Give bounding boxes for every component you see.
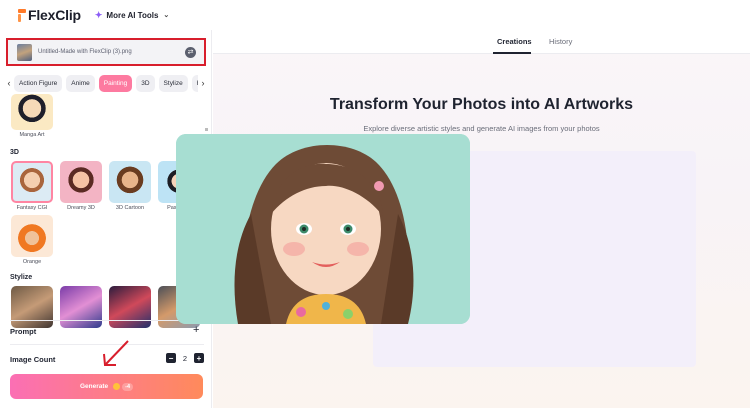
uploaded-image-field[interactable]: Untitled-Made with FlexClip (3).png ⇄ xyxy=(6,38,206,66)
more-ai-tools-menu[interactable]: ✦ More AI Tools ⌄ xyxy=(95,10,169,21)
credit-coin-icon xyxy=(113,383,121,390)
style-tab-action-figure[interactable]: Action Figure xyxy=(14,74,63,92)
style-label: Dreamy 3D xyxy=(67,205,95,211)
image-count-label: Image Count xyxy=(10,355,56,364)
uploaded-image-thumbnail xyxy=(17,43,32,61)
active-tab-indicator xyxy=(493,52,531,54)
style-label: 3D Cartoon xyxy=(115,205,145,211)
page-title: Transform Your Photos into AI Artworks xyxy=(329,96,634,113)
style-thumbnail xyxy=(11,215,53,257)
tab-creations[interactable]: Creations xyxy=(497,37,532,46)
flexclip-logo[interactable]: FlexClip xyxy=(18,7,81,23)
style-card-stylize-2[interactable] xyxy=(60,286,102,328)
style-tabs-bar: ‹ Action FigureAnimePainting3DStylizeHol… xyxy=(4,74,208,92)
style-card-fantasy-cgi[interactable]: Fantasy CGI xyxy=(11,161,53,211)
style-thumbnail xyxy=(60,286,102,328)
style-tab-anime[interactable]: Anime xyxy=(66,74,95,92)
style-thumbnail xyxy=(109,286,151,328)
style-thumbnail xyxy=(11,286,53,328)
style-card-manga-art[interactable]: Manga Art xyxy=(11,94,53,138)
style-card-orange[interactable]: Orange xyxy=(11,215,53,265)
prompt-label: Prompt xyxy=(10,327,37,336)
style-card-3d-cartoon[interactable]: 3D Cartoon xyxy=(109,161,151,211)
image-count-stepper: − 2 + xyxy=(166,353,204,363)
style-label: Orange xyxy=(22,259,42,265)
divider xyxy=(10,320,204,321)
image-count-value: 2 xyxy=(182,353,188,363)
section-title-3d: 3D xyxy=(10,149,19,156)
style-card-stylize-1[interactable] xyxy=(11,286,53,328)
girl-portrait-illustration xyxy=(176,134,470,324)
logo-text: FlexClip xyxy=(28,7,81,23)
more-ai-tools-label: More AI Tools xyxy=(106,10,159,20)
chevron-down-icon: ⌄ xyxy=(163,12,170,19)
sparkle-icon: ✦ xyxy=(94,9,103,20)
style-card-stylize-3[interactable] xyxy=(109,286,151,328)
style-thumbnail xyxy=(11,94,53,130)
generate-label: Generate xyxy=(79,383,109,390)
uploaded-file-name: Untitled-Made with FlexClip (3).png xyxy=(38,49,132,55)
style-label: Manga Art xyxy=(19,132,45,138)
style-thumbnail xyxy=(109,161,151,203)
tabs-scroll-right-icon[interactable]: › xyxy=(198,78,208,88)
style-tab-3d[interactable]: 3D xyxy=(136,74,155,92)
gallery-scroll-up[interactable] xyxy=(205,128,208,131)
style-card-dreamy-3d[interactable]: Dreamy 3D xyxy=(60,161,102,211)
decrease-count-button[interactable]: − xyxy=(166,353,176,363)
results-tabs: Creations History xyxy=(213,30,750,54)
style-label: Fantasy CGI xyxy=(16,205,48,211)
style-tab-painting[interactable]: Painting xyxy=(98,74,133,92)
credit-cost: -4 xyxy=(122,382,134,391)
style-tabs: Action FigureAnimePainting3DStylizeHolid xyxy=(14,74,198,92)
increase-count-button[interactable]: + xyxy=(194,353,204,363)
tabs-scroll-left-icon[interactable]: ‹ xyxy=(4,78,14,88)
style-tab-stylize[interactable]: Stylize xyxy=(158,74,188,92)
red-arrow-annotation xyxy=(103,340,129,366)
replace-image-icon[interactable]: ⇄ xyxy=(185,46,196,58)
sample-artwork-image xyxy=(176,134,470,324)
logo-icon xyxy=(18,8,27,22)
style-thumbnail xyxy=(11,161,53,203)
section-title-stylize: Stylize xyxy=(10,274,33,281)
top-bar: FlexClip ✦ More AI Tools ⌄ xyxy=(0,0,750,30)
tab-history[interactable]: History xyxy=(549,37,572,46)
generate-button[interactable]: Generate -4 xyxy=(10,374,203,399)
page-subtitle: Explore diverse artistic styles and gene… xyxy=(363,124,600,133)
style-thumbnail xyxy=(60,161,102,203)
add-prompt-icon[interactable]: + xyxy=(193,324,199,336)
